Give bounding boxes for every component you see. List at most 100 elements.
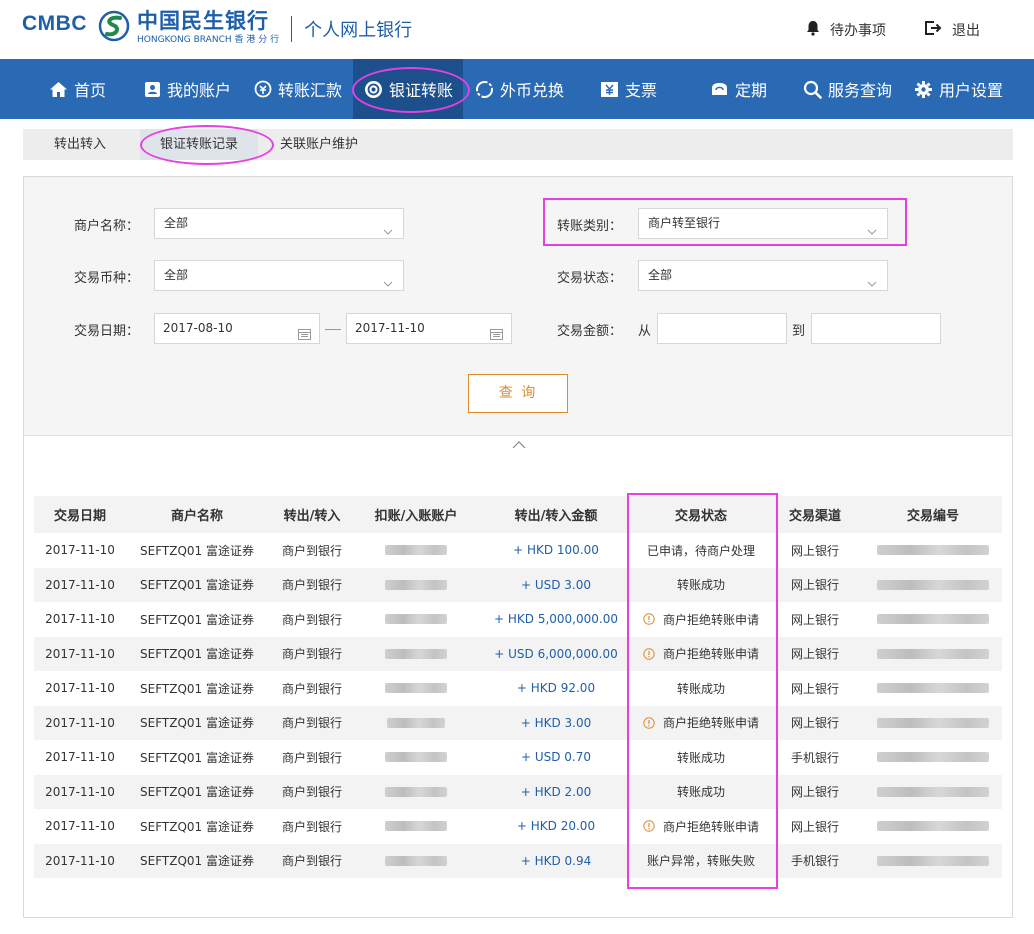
table-body: 2017-11-10 SEFTZQ01 富途证券 商户到银行 + HKD 100.00… xyxy=(34,533,1002,878)
cell-status: 转账成功 xyxy=(636,740,766,775)
nav-item-fx-exchange[interactable]: 外币兑换 xyxy=(475,59,564,119)
cell-direction: 商户到银行 xyxy=(281,612,342,627)
table-row: 2017-11-10 SEFTZQ01 富途证券 商户到银行 + HKD 5,000,… xyxy=(34,602,1002,637)
redacted-account xyxy=(385,579,447,590)
status-text: 转账成功 xyxy=(676,785,725,800)
table-row: 2017-11-10 SEFTZQ01 富途证券 商户到银行 + HKD 0.94 账户… xyxy=(34,843,1002,879)
redacted-txn-no xyxy=(877,786,989,797)
cell-date: 2017-11-10 xyxy=(45,646,115,661)
sub-tabs: 转出转入 银证转账记录 关联账户维护 xyxy=(23,129,1013,160)
logout-link[interactable]: 退出 xyxy=(924,20,980,40)
cell-date: 2017-11-10 xyxy=(45,715,115,730)
todo-link[interactable]: 待办事项 xyxy=(806,20,886,40)
status-select-value: 全部 xyxy=(648,268,673,282)
redacted-account xyxy=(385,648,447,659)
cell-account xyxy=(356,706,476,741)
col-header-amount: 转出/转入金额 xyxy=(514,509,598,524)
cell-merchant: SEFTZQ01 富途证券 xyxy=(140,750,254,765)
cell-status: 商户拒绝转账申请 xyxy=(636,706,766,741)
cell-txn-no xyxy=(864,809,1002,844)
cheque-icon xyxy=(600,81,619,98)
cell-merchant: SEFTZQ01 富途证券 xyxy=(140,612,254,627)
logo-brand-cn: 中国民生银行 xyxy=(137,9,269,33)
redacted-account xyxy=(385,752,447,763)
cell-status: 商户拒绝转账申请 xyxy=(636,637,766,672)
cell-channel: 手机银行 xyxy=(790,750,839,765)
calendar-icon[interactable] xyxy=(490,322,503,351)
status-select[interactable]: 全部 xyxy=(638,260,888,291)
amount-to-input[interactable] xyxy=(811,313,941,344)
status-text: 转账成功 xyxy=(676,681,725,696)
tab-transfer-records[interactable]: 银证转账记录 xyxy=(140,129,259,160)
chevron-down-icon xyxy=(867,270,877,299)
cell-date: 2017-11-10 xyxy=(45,681,115,696)
transfer-type-select[interactable]: 商户转至银行 xyxy=(638,208,888,239)
date-from-input[interactable]: 2017-08-10 xyxy=(154,313,320,344)
merchant-label: 商户名称： xyxy=(74,219,140,234)
nav-label: 服务查询 xyxy=(828,81,893,100)
date-to-input[interactable]: 2017-11-10 xyxy=(346,313,512,344)
nav-item-service-query[interactable]: 服务查询 xyxy=(803,59,892,119)
query-button[interactable]: 查 询 xyxy=(468,374,568,413)
nav-item-cheque[interactable]: 支票 xyxy=(600,59,657,119)
status-text: 商户拒绝转账申请 xyxy=(662,819,759,834)
logo-mark-icon xyxy=(97,10,131,46)
records-table: 交易日期 商户名称 转出/转入 扣账/入账账户 转出/转入金额 交易状态 交易渠… xyxy=(34,496,1002,878)
status-text: 转账成功 xyxy=(676,750,725,765)
date-label: 交易日期： xyxy=(74,324,140,339)
nav-item-fixed-deposit[interactable]: 定期 xyxy=(710,59,767,119)
merchant-select[interactable]: 全部 xyxy=(154,208,404,239)
home-icon xyxy=(49,81,68,98)
cell-date: 2017-11-10 xyxy=(45,819,115,834)
tab-linked-account[interactable]: 关联账户维护 xyxy=(280,129,358,160)
col-header-status: 交易状态 xyxy=(674,509,727,524)
nav-item-securities-transfer[interactable]: 银证转账 xyxy=(353,59,463,119)
chevron-down-icon xyxy=(383,218,393,247)
redacted-account xyxy=(385,821,447,832)
cell-merchant: SEFTZQ01 富途证券 xyxy=(140,854,254,869)
cell-txn-no xyxy=(864,568,1002,603)
gear-icon xyxy=(914,80,933,99)
cell-txn-no xyxy=(864,706,1002,741)
nav-label: 支票 xyxy=(625,81,658,100)
cell-direction: 商户到银行 xyxy=(281,785,342,800)
chevron-down-icon xyxy=(867,218,877,247)
cell-channel: 网上银行 xyxy=(790,612,839,627)
warning-icon xyxy=(643,820,655,832)
nav-item-transfer[interactable]: 转账汇款 xyxy=(254,59,342,119)
merchant-select-value: 全部 xyxy=(164,216,189,230)
nav-label: 银证转账 xyxy=(389,81,454,100)
cell-direction: 商户到银行 xyxy=(281,647,342,662)
currency-select[interactable]: 全部 xyxy=(154,260,404,291)
cell-direction: 商户到银行 xyxy=(281,716,342,731)
table-row: 2017-11-10 SEFTZQ01 富途证券 商户到银行 + HKD 3.00 商户… xyxy=(34,705,1002,741)
filter-form: 商户名称： 全部 转账类别： 商户转至银行 交易币种： 全部 交易状态： 全部 … xyxy=(24,177,1012,436)
status-text: 商户拒绝转账申请 xyxy=(662,612,759,627)
nav-label: 外币兑换 xyxy=(500,81,565,100)
status-label: 交易状态： xyxy=(557,271,623,286)
cell-amount: + HKD 100.00 xyxy=(513,543,599,558)
status-text: 已申请，待商户处理 xyxy=(646,543,755,558)
nav-item-my-account[interactable]: 我的账户 xyxy=(144,59,231,119)
redacted-txn-no xyxy=(877,545,989,556)
nav-item-user-settings[interactable]: 用户设置 xyxy=(914,59,1003,119)
cell-date: 2017-11-10 xyxy=(45,612,115,627)
deposit-icon xyxy=(710,81,729,98)
cell-date: 2017-11-10 xyxy=(45,784,115,799)
cell-status: 转账成功 xyxy=(636,568,766,603)
cell-account xyxy=(356,844,476,879)
col-header-txn-no: 交易编号 xyxy=(906,509,959,524)
cell-channel: 手机银行 xyxy=(790,854,839,869)
cell-merchant: SEFTZQ01 富途证券 xyxy=(140,819,254,834)
currency-label: 交易币种： xyxy=(74,271,140,286)
nav-item-home[interactable]: 首页 xyxy=(49,59,106,119)
tab-transfer-in-out[interactable]: 转出转入 xyxy=(54,129,106,160)
calendar-icon[interactable] xyxy=(298,322,311,351)
bank-logo[interactable]: CMBC 中国民生银行 HONGKONG BRANCH 香 港 分 行 个人网上… xyxy=(22,8,412,52)
cell-direction: 商户到银行 xyxy=(281,681,342,696)
cell-direction: 商户到银行 xyxy=(281,543,342,558)
chevron-up-icon[interactable] xyxy=(511,439,527,454)
securities-icon xyxy=(364,80,383,99)
amount-from-input[interactable] xyxy=(657,313,787,344)
cell-txn-no xyxy=(864,775,1002,810)
